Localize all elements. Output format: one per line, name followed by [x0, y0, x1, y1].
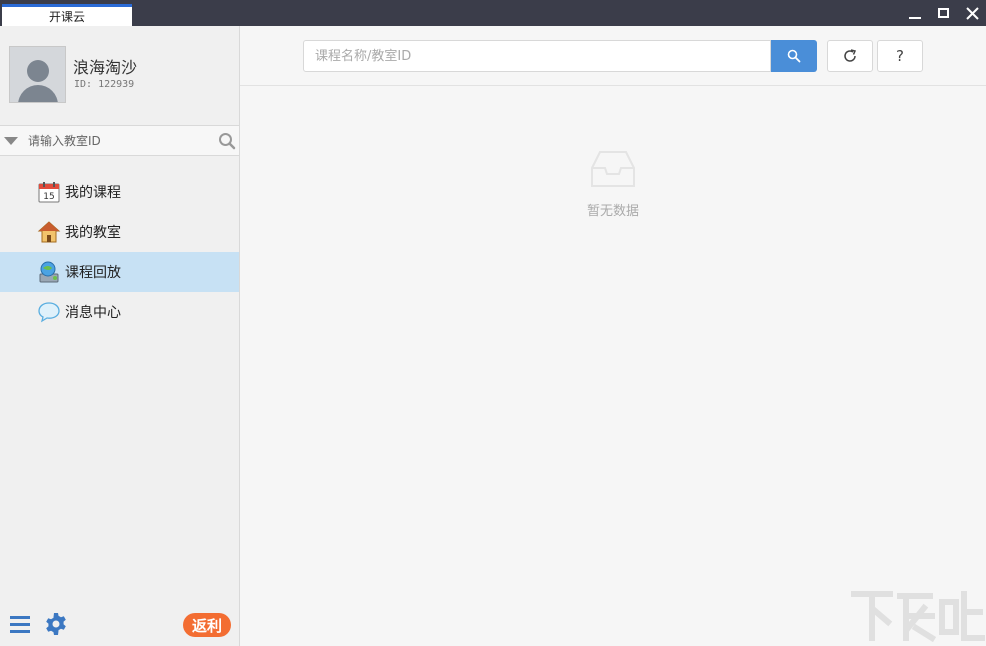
minimize-icon: [909, 17, 921, 19]
chat-bubble-icon: [38, 302, 60, 323]
rebate-button[interactable]: 返利: [183, 613, 231, 637]
nav-label: 我的教室: [65, 225, 121, 241]
nav-item-course-playback[interactable]: 课程回放: [0, 252, 239, 292]
toolbar: ?: [240, 26, 986, 86]
course-search-input[interactable]: [303, 40, 771, 72]
avatar-body: [18, 85, 58, 102]
refresh-icon: [844, 49, 857, 62]
maximize-button[interactable]: [928, 0, 958, 26]
nav-label: 消息中心: [65, 305, 121, 321]
nav-label: 我的课程: [65, 185, 121, 201]
watermark-logo: [851, 591, 985, 643]
playback-icon: [39, 261, 59, 283]
room-id-input[interactable]: [28, 130, 213, 152]
avatar-head: [27, 60, 49, 82]
gear-icon[interactable]: [44, 612, 68, 636]
user-id: ID: 122939: [74, 79, 135, 90]
calendar-icon: 15: [38, 182, 60, 203]
refresh-button[interactable]: [827, 40, 873, 72]
search-button[interactable]: [771, 40, 817, 72]
nav-label: 课程回放: [65, 265, 121, 281]
sidebar-footer: 返利: [0, 608, 239, 646]
dropdown-caret-icon[interactable]: [4, 137, 18, 145]
search-icon[interactable]: [218, 132, 236, 150]
help-button[interactable]: ?: [877, 40, 923, 72]
avatar[interactable]: [9, 46, 66, 103]
nav-list: 15 我的课程 我的教室 课程回放 消息中心: [0, 172, 239, 332]
minimize-button[interactable]: [900, 0, 930, 26]
maximize-icon: [937, 8, 949, 18]
nav-item-my-courses[interactable]: 15 我的课程: [0, 172, 239, 212]
app-tab[interactable]: 开课云: [2, 4, 132, 26]
room-search-bar: [0, 125, 239, 156]
profile-panel: 浪海淘沙 ID: 122939: [0, 26, 239, 126]
sidebar: 浪海淘沙 ID: 122939 15 我的课程 我的教室: [0, 26, 240, 646]
menu-icon[interactable]: [10, 614, 30, 634]
title-bar: 开课云: [0, 0, 986, 26]
empty-message: 暂无数据: [586, 204, 639, 219]
search-icon: [787, 49, 801, 63]
close-icon: [965, 6, 979, 20]
user-name: 浪海淘沙: [73, 58, 138, 77]
svg-text:15: 15: [43, 192, 54, 202]
house-icon: [37, 221, 61, 243]
close-button[interactable]: [957, 0, 986, 26]
nav-item-my-classroom[interactable]: 我的教室: [0, 212, 239, 252]
empty-state: 暂无数据: [570, 148, 656, 219]
main-content: ? 暂无数据: [240, 26, 986, 646]
inbox-icon: [591, 151, 635, 187]
nav-item-message-center[interactable]: 消息中心: [0, 292, 239, 332]
